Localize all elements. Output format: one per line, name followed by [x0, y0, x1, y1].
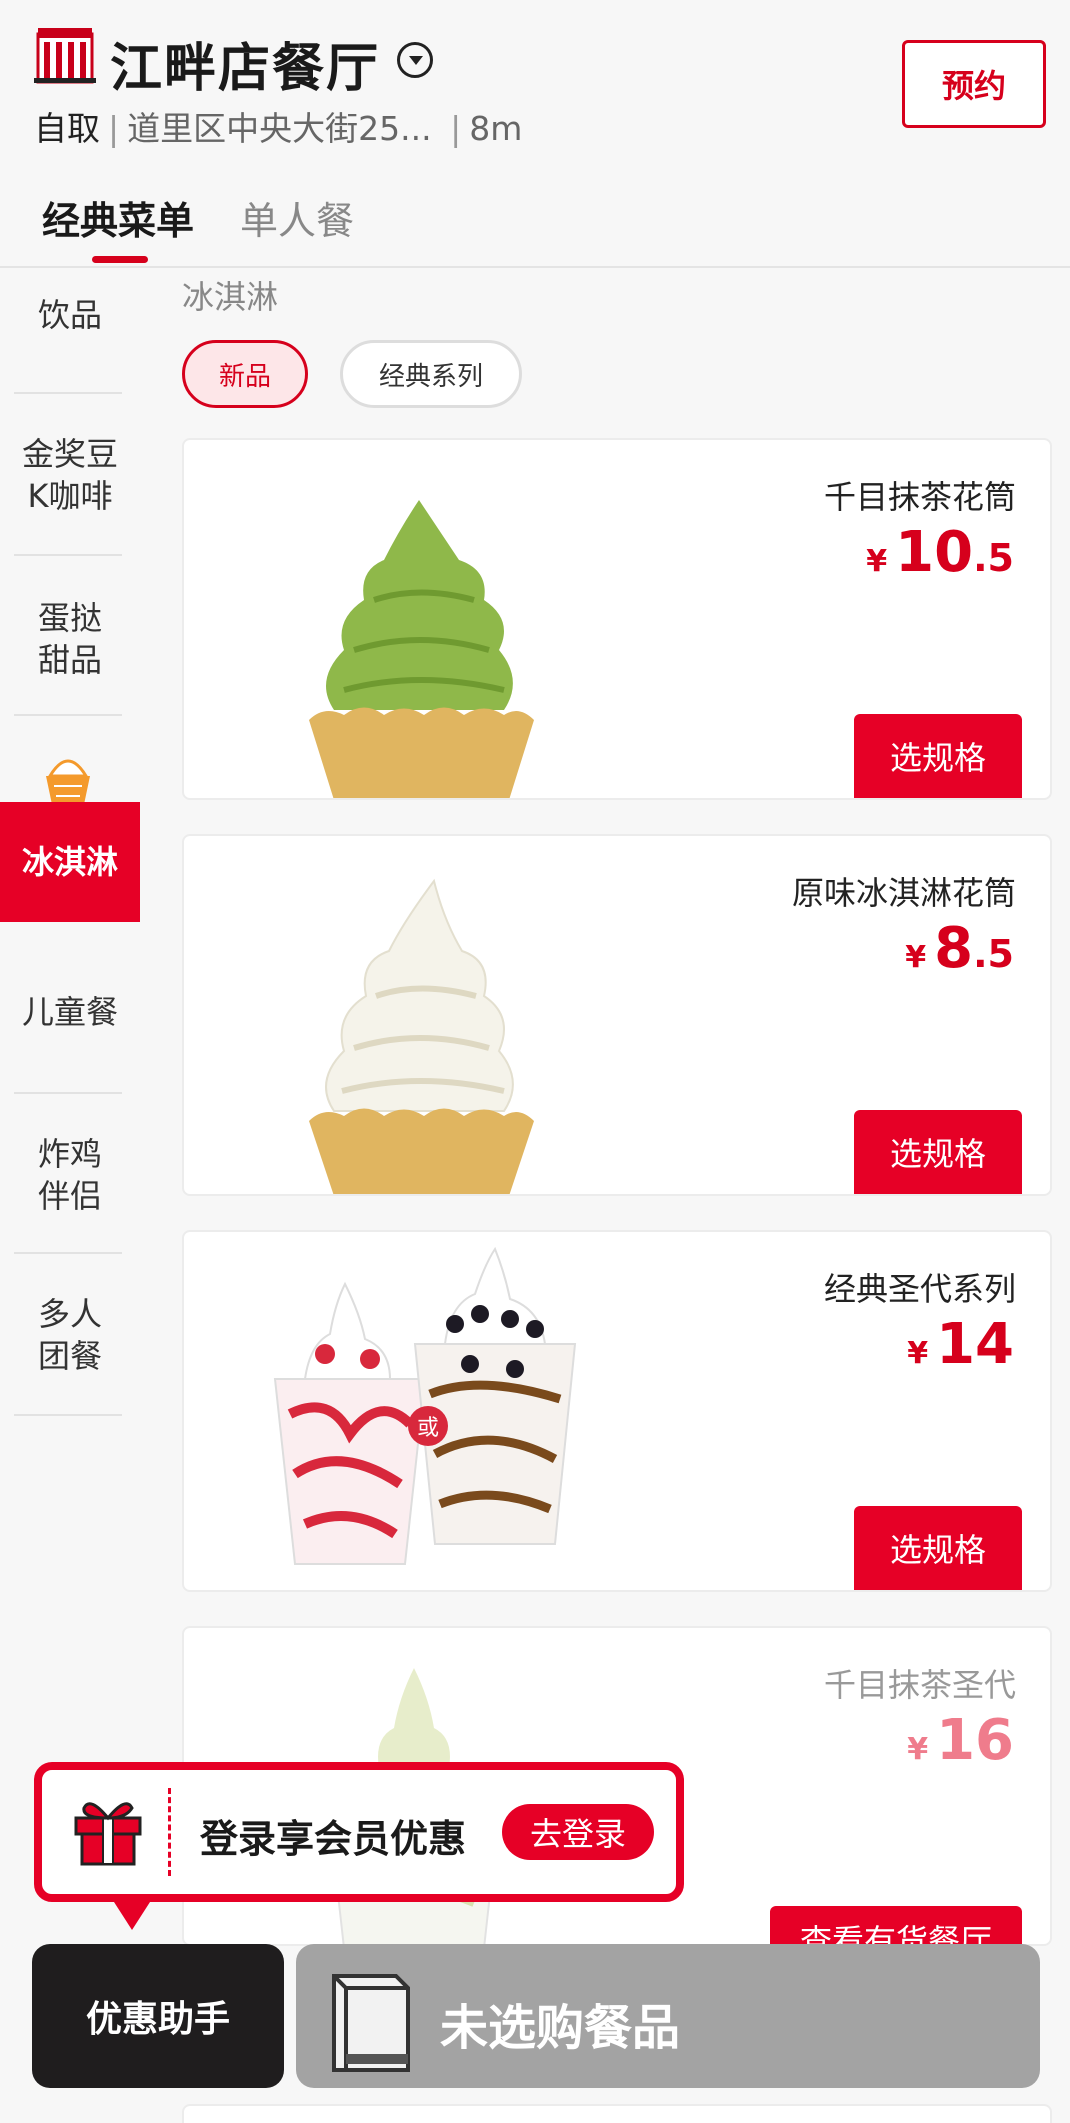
price-integer: 10 — [895, 520, 974, 585]
sidebar-divider — [14, 1414, 122, 1416]
or-label: 或 — [417, 1416, 439, 1441]
product-name: 千目抹茶圣代 — [823, 1666, 1016, 1704]
reserve-button[interactable]: 预约 — [902, 40, 1046, 128]
chip-new[interactable]: 新品 — [182, 340, 308, 408]
currency-symbol: ¥ — [905, 940, 927, 975]
cart-bar[interactable]: 未选购餐品 — [296, 1944, 1040, 2088]
login-promo-text: 登录享会员优惠 — [200, 1817, 467, 1861]
select-spec-button[interactable]: 选规格 — [854, 1506, 1022, 1590]
matcha-cone-image — [309, 500, 534, 798]
sidebar-item-chicken-companion[interactable]: 炸鸡伴侣 — [0, 1120, 140, 1230]
sidebar-item-ice-cream[interactable]: 冰淇淋 — [0, 802, 140, 922]
sundae-series-image: 或 — [273, 1246, 577, 1565]
sidebar-divider — [14, 392, 122, 394]
tab-single-meal[interactable]: 单人餐 — [240, 190, 354, 245]
gift-icon — [74, 1802, 142, 1866]
product-price: ¥8.5 — [905, 916, 1014, 981]
product-card[interactable]: 或 经典圣代系列 ¥14 选规格 — [182, 1230, 1052, 1592]
product-name: 原味冰淇淋花筒 — [791, 874, 1016, 912]
vanilla-cone-image — [309, 878, 534, 1194]
sidebar-item-coffee[interactable]: 金奖豆K咖啡 — [0, 420, 140, 530]
category-title: 冰淇淋 — [182, 278, 279, 316]
sidebar-item-drinks[interactable]: 饮品 — [0, 270, 140, 360]
shopping-bag-icon — [332, 1974, 410, 2072]
currency-symbol: ¥ — [907, 1732, 929, 1767]
sidebar-divider — [14, 714, 122, 716]
product-card[interactable]: 原味冰淇淋花筒 ¥8.5 选规格 — [182, 834, 1052, 1196]
sidebar-divider — [14, 1092, 122, 1094]
sidebar-item-egg-tart-dessert[interactable]: 蛋挞甜品 — [0, 584, 140, 694]
store-icon — [34, 28, 96, 84]
active-tab-indicator — [92, 256, 148, 263]
currency-symbol: ¥ — [866, 544, 888, 579]
menu-tabs: 经典菜单 单人餐 — [0, 190, 1070, 266]
product-price: ¥16 — [907, 1708, 1014, 1773]
separator: | — [439, 109, 462, 148]
sidebar-divider — [14, 1252, 122, 1254]
discount-helper-button[interactable]: 优惠助手 — [32, 1944, 284, 2088]
store-switch-chevron-icon[interactable] — [397, 42, 433, 78]
product-card[interactable]: 千目抹茶花筒 ¥10.5 选规格 — [182, 438, 1052, 800]
banner-divider — [168, 1788, 171, 1876]
price-integer: 16 — [936, 1708, 1014, 1773]
price-integer: 8 — [934, 916, 974, 981]
login-promo-banner[interactable]: 登录享会员优惠 去登录 — [34, 1762, 684, 1930]
product-price: ¥10.5 — [866, 520, 1014, 585]
store-distance: 8m — [469, 109, 523, 148]
store-address: 道里区中央大街25... — [127, 109, 432, 148]
sidebar-item-kids-meal[interactable]: 儿童餐 — [0, 962, 140, 1062]
product-price: ¥14 — [907, 1312, 1014, 1377]
product-name: 千目抹茶花筒 — [823, 478, 1016, 516]
cart-status-text: 未选购餐品 — [440, 2000, 681, 2056]
sidebar-item-group-meal[interactable]: 多人团餐 — [0, 1280, 140, 1390]
store-name[interactable]: 江畔店餐厅 — [110, 26, 380, 101]
view-available-stores-button[interactable]: 查看有货餐厅 — [770, 1906, 1022, 1946]
header: 江畔店餐厅 自取 | 道里区中央大街25... | 8m 预约 经典菜单 单人餐 — [0, 0, 1070, 268]
chip-classic-series[interactable]: 经典系列 — [340, 340, 522, 408]
currency-symbol: ¥ — [907, 1336, 929, 1371]
select-spec-button[interactable]: 选规格 — [854, 714, 1022, 798]
pickup-mode: 自取 — [34, 109, 100, 148]
sidebar-divider — [14, 554, 122, 556]
price-decimal: .5 — [973, 536, 1014, 580]
price-integer: 14 — [936, 1312, 1014, 1377]
price-decimal: .5 — [973, 932, 1014, 976]
product-name: 经典圣代系列 — [823, 1270, 1016, 1308]
product-card — [182, 2104, 1052, 2123]
pickup-info: 自取 | 道里区中央大街25... | 8m — [34, 102, 522, 150]
select-spec-button[interactable]: 选规格 — [854, 1110, 1022, 1194]
separator: | — [108, 109, 120, 148]
tab-classic-menu[interactable]: 经典菜单 — [42, 190, 194, 245]
login-button[interactable]: 去登录 — [502, 1804, 654, 1860]
